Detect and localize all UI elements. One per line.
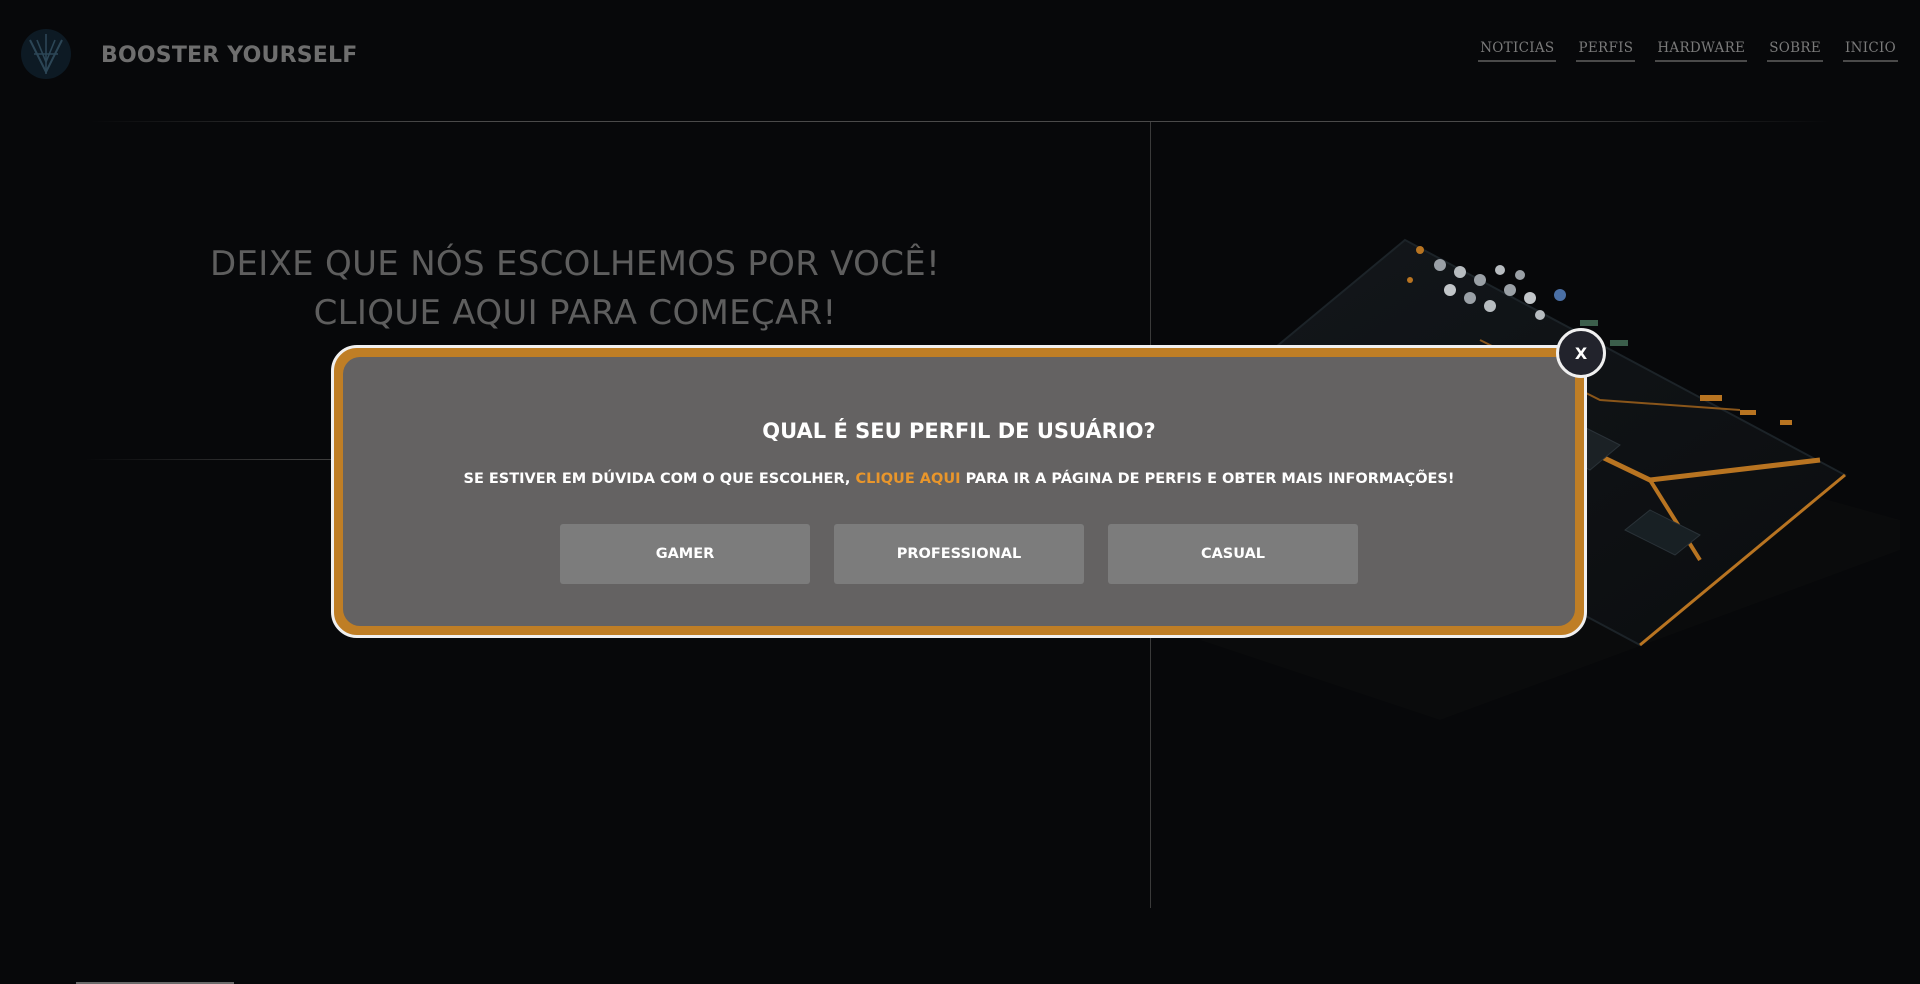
profile-options: GAMER PROFESSIONAL CASUAL	[343, 524, 1575, 584]
professional-button[interactable]: PROFESSIONAL	[834, 524, 1084, 584]
profiles-page-link[interactable]: CLIQUE AQUI	[855, 471, 960, 487]
profile-modal: QUAL É SEU PERFIL DE USUÁRIO? SE ESTIVER…	[331, 345, 1587, 638]
page: BOOSTER YOURSELF NOTICIAS PERFIS HARDWAR…	[0, 0, 1920, 984]
close-icon[interactable]: X	[1556, 328, 1606, 378]
modal-title: QUAL É SEU PERFIL DE USUÁRIO?	[762, 419, 1156, 443]
profile-modal-body: QUAL É SEU PERFIL DE USUÁRIO? SE ESTIVER…	[343, 357, 1575, 626]
modal-subtitle: SE ESTIVER EM DÚVIDA COM O QUE ESCOLHER,…	[343, 471, 1575, 487]
modal-subtitle-text-before: SE ESTIVER EM DÚVIDA COM O QUE ESCOLHER,	[463, 471, 856, 487]
gamer-button[interactable]: GAMER	[560, 524, 810, 584]
casual-button[interactable]: CASUAL	[1108, 524, 1358, 584]
modal-subtitle-text-after: PARA IR A PÁGINA DE PERFIS E OBTER MAIS …	[960, 471, 1455, 487]
